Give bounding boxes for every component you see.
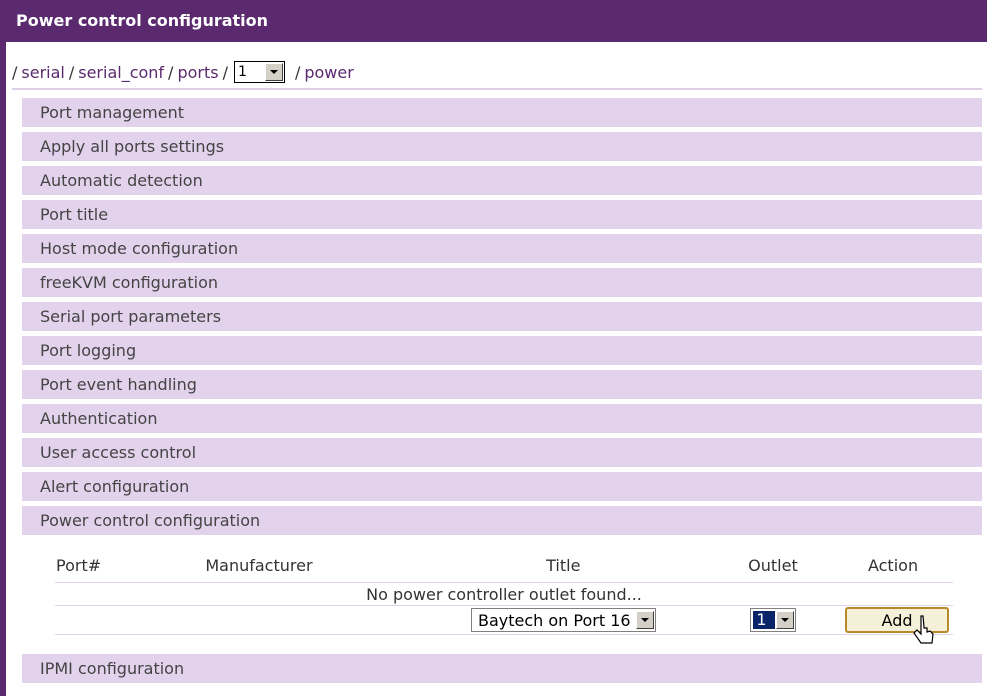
- menu-ipmi-wrapper: IPMI configuration: [22, 654, 982, 688]
- empty-message: No power controller outlet found...: [55, 582, 953, 606]
- menu-item-authentication[interactable]: Authentication: [22, 404, 982, 433]
- title-select[interactable]: Baytech on Port 16: [471, 608, 656, 632]
- column-header-port: Port#: [55, 548, 205, 583]
- column-header-manufacturer: Manufacturer: [204, 548, 414, 583]
- breadcrumb-link-power[interactable]: power: [304, 63, 353, 82]
- menu-item-port-event-handling[interactable]: Port event handling: [22, 370, 982, 399]
- outlet-select[interactable]: 1: [750, 608, 796, 632]
- power-outlet-table: Port# Manufacturer Title Outlet Action N…: [55, 548, 953, 635]
- menu-item-port-title[interactable]: Port title: [22, 200, 982, 229]
- breadcrumb-separator: /: [12, 62, 18, 82]
- port-select[interactable]: 1: [233, 61, 285, 83]
- page-title: Power control configuration: [6, 0, 987, 42]
- menu-item-port-logging[interactable]: Port logging: [22, 336, 982, 365]
- mouse-pointer-icon: [913, 615, 934, 644]
- menu-item-freekvm[interactable]: freeKVM configuration: [22, 268, 982, 297]
- breadcrumb-separator: /: [68, 62, 75, 82]
- breadcrumb-link-serial-conf[interactable]: serial_conf: [78, 63, 164, 82]
- menu-item-user-access-control[interactable]: User access control: [22, 438, 982, 467]
- breadcrumb-separator: /: [222, 62, 228, 82]
- menu-item-apply-all-ports[interactable]: Apply all ports settings: [22, 132, 982, 161]
- breadcrumb: / serial / serial_conf / ports / 1 / pow…: [12, 58, 354, 86]
- menu-item-alert-configuration[interactable]: Alert configuration: [22, 472, 982, 501]
- power-control-panel: Port# Manufacturer Title Outlet Action N…: [22, 548, 982, 652]
- menu-item-serial-port-parameters[interactable]: Serial port parameters: [22, 302, 982, 331]
- config-menu: Port management Apply all ports settings…: [22, 98, 982, 540]
- title-select-value: Baytech on Port 16: [478, 610, 631, 630]
- table-row: No power controller outlet found...: [55, 582, 953, 606]
- breadcrumb-divider: [12, 88, 982, 90]
- breadcrumb-link-serial[interactable]: serial: [21, 63, 64, 82]
- outlet-select-value: 1: [753, 611, 775, 629]
- menu-item-ipmi-configuration[interactable]: IPMI configuration: [22, 654, 982, 683]
- column-header-action: Action: [833, 548, 953, 583]
- add-outlet-row: Baytech on Port 16 1 Add: [55, 605, 953, 635]
- menu-item-automatic-detection[interactable]: Automatic detection: [22, 166, 982, 195]
- port-select-value: 1: [237, 64, 247, 80]
- breadcrumb-separator: /: [294, 62, 301, 82]
- breadcrumb-separator: /: [168, 62, 174, 82]
- menu-item-host-mode[interactable]: Host mode configuration: [22, 234, 982, 263]
- column-header-title: Title: [413, 548, 713, 583]
- chevron-down-icon[interactable]: [775, 611, 794, 629]
- menu-item-power-control[interactable]: Power control configuration: [22, 506, 982, 535]
- menu-item-port-management[interactable]: Port management: [22, 98, 982, 127]
- chevron-down-icon[interactable]: [264, 63, 283, 81]
- chevron-down-icon[interactable]: [635, 611, 654, 629]
- breadcrumb-link-ports[interactable]: ports: [177, 63, 218, 82]
- column-header-outlet: Outlet: [712, 548, 834, 583]
